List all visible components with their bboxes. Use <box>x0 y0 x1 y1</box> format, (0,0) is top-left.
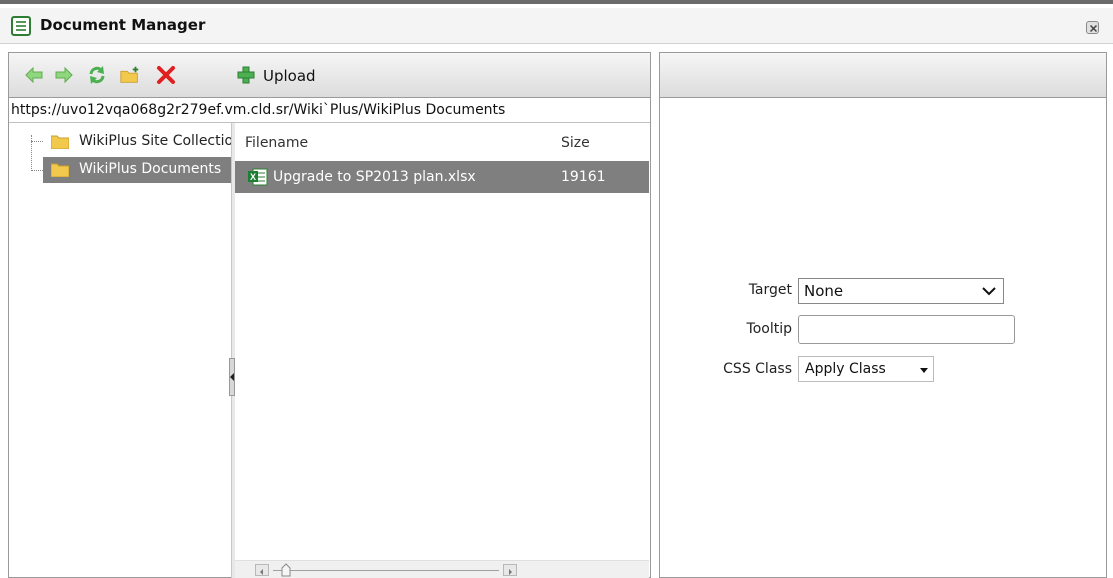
css-class-select[interactable]: Apply Class <box>798 356 934 382</box>
document-list-icon <box>11 16 31 36</box>
table-row[interactable]: X Upgrade to SP2013 plan.xlsx 19161 <box>235 161 649 193</box>
dropdown-arrow-icon <box>920 368 928 373</box>
scroll-left-button[interactable] <box>255 564 269 576</box>
file-list-header: Filename Size <box>235 123 649 161</box>
tooltip-input[interactable] <box>798 315 1015 344</box>
path-bar: https://uvo12vqa068g2r279ef.vm.cld.sr/Wi… <box>9 99 650 123</box>
forward-arrow-icon[interactable] <box>53 64 75 86</box>
browser-pane: Upload https://uvo12vqa068g2r279ef.vm.cl… <box>8 52 651 578</box>
tree-connector <box>31 141 43 142</box>
target-value: None <box>804 282 844 300</box>
properties-toolbar <box>660 53 1106 98</box>
excel-file-icon: X <box>248 168 268 186</box>
file-toolbar: Upload <box>9 53 650 98</box>
css-class-value: Apply Class <box>805 361 886 377</box>
link-properties: Target None Tooltip CSS Class Apply Clas… <box>660 99 1106 577</box>
tooltip-label: Tooltip <box>746 321 792 337</box>
folder-icon <box>51 163 69 177</box>
refresh-icon[interactable] <box>86 64 108 86</box>
target-label: Target <box>748 282 792 298</box>
tree-item-label: WikiPlus Documents <box>79 161 222 177</box>
caret-left-icon <box>260 569 263 575</box>
back-arrow-icon[interactable] <box>23 64 45 86</box>
close-button[interactable] <box>1086 21 1099 34</box>
new-folder-icon[interactable] <box>119 64 141 86</box>
upload-plus-icon[interactable] <box>235 64 257 86</box>
scroll-track[interactable] <box>273 570 499 571</box>
target-select[interactable]: None <box>798 278 1004 304</box>
properties-pane: Target None Tooltip CSS Class Apply Clas… <box>659 52 1107 578</box>
document-manager-window: Document Manager Upload https://uvo12vqa… <box>0 0 1113 578</box>
tree-item-documents[interactable]: WikiPlus Documents <box>43 157 231 183</box>
scroll-right-button[interactable] <box>503 564 517 576</box>
folder-icon <box>51 135 69 149</box>
title-bar: Document Manager <box>0 8 1113 44</box>
caret-right-icon <box>509 569 512 575</box>
svg-text:X: X <box>250 172 256 182</box>
column-header-filename[interactable]: Filename <box>245 135 308 151</box>
folder-tree: WikiPlus Site Collection WikiPlus Docume… <box>9 123 231 578</box>
css-class-label: CSS Class <box>723 361 792 377</box>
scroll-thumb[interactable] <box>281 563 291 577</box>
column-header-size[interactable]: Size <box>561 135 590 151</box>
upload-button[interactable]: Upload <box>263 67 316 85</box>
current-path: https://uvo12vqa068g2r279ef.vm.cld.sr/Wi… <box>11 102 506 118</box>
tree-item-site-collection[interactable]: WikiPlus Site Collection <box>43 129 231 155</box>
horizontal-scrollbar[interactable] <box>235 560 649 578</box>
file-name: Upgrade to SP2013 plan.xlsx <box>273 169 476 185</box>
file-size: 19161 <box>561 169 606 185</box>
delete-icon[interactable] <box>155 64 177 86</box>
tree-item-label: WikiPlus Site Collection <box>79 133 231 149</box>
window-title: Document Manager <box>40 16 206 34</box>
file-list: Filename Size X Upgrade to SP2013 plan.x… <box>235 123 649 578</box>
close-icon <box>1089 24 1098 33</box>
chevron-down-icon <box>982 287 996 296</box>
tree-connector <box>31 170 43 171</box>
